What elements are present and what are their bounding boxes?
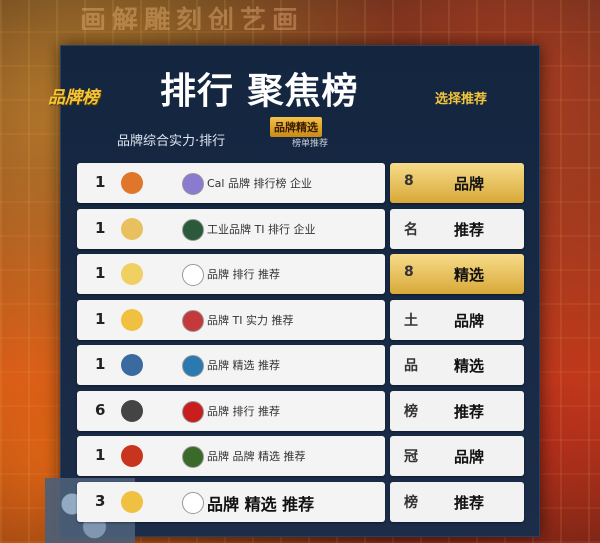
list-item[interactable]: 1 品牌 排行 推荐 xyxy=(77,254,385,294)
side-tag-label: 品牌 xyxy=(454,175,485,193)
company-logo-icon xyxy=(182,264,204,286)
brand-logo-icon xyxy=(121,400,143,422)
company-logo-icon xyxy=(182,173,204,195)
list-item[interactable]: 1 工业品牌 TI 排行 企业 xyxy=(77,209,385,249)
side-tag-icon: 冠 xyxy=(404,449,418,465)
side-tag-label: 精选 xyxy=(454,266,485,284)
list-item[interactable]: 6 品牌 排行 推荐 xyxy=(77,391,385,431)
list-item-text: 品牌 精选 推荐 xyxy=(207,495,315,514)
list-item-text: 品牌 TI 实力 推荐 xyxy=(207,314,294,327)
side-tag-label: 推荐 xyxy=(454,494,485,512)
list-item-text: 工业品牌 TI 排行 企业 xyxy=(207,223,316,236)
rank-number: 1 xyxy=(95,355,106,373)
side-tag-icon: 土 xyxy=(404,313,418,329)
rank-number: 3 xyxy=(95,492,106,510)
company-logo-icon xyxy=(182,492,204,514)
list-item-text: 品牌 品牌 精选 推荐 xyxy=(207,450,306,463)
side-tag[interactable]: 名 推荐 xyxy=(390,209,524,249)
list-item-text: 品牌 排行 推荐 xyxy=(207,268,280,281)
company-logo-icon xyxy=(182,310,204,332)
rank-number: 1 xyxy=(95,219,106,237)
brand-left-logo: 品牌榜 xyxy=(48,88,99,108)
side-tag-icon: 8 xyxy=(404,173,414,189)
side-tag[interactable]: 品 精选 xyxy=(390,345,524,385)
side-tag[interactable]: 8 品牌 xyxy=(390,163,524,203)
side-tag-label: 品牌 xyxy=(454,312,485,330)
brand-logo-icon xyxy=(121,491,143,513)
brand-logo-icon xyxy=(121,263,143,285)
list-item[interactable]: 1 品牌 TI 实力 推荐 xyxy=(77,300,385,340)
brand-logo-icon xyxy=(121,354,143,376)
side-tag-icon: 品 xyxy=(404,358,418,374)
side-tag-label: 推荐 xyxy=(454,403,485,421)
side-tag-icon: 榜 xyxy=(404,404,418,420)
rank-number: 1 xyxy=(95,264,106,282)
company-logo-icon xyxy=(182,219,204,241)
rank-number: 6 xyxy=(95,401,106,419)
list-item[interactable]: 3 品牌 精选 推荐 xyxy=(77,482,385,522)
list-item-text: 品牌 精选 推荐 xyxy=(207,359,280,372)
list-item[interactable]: 1 品牌 精选 推荐 xyxy=(77,345,385,385)
side-tag-label: 品牌 xyxy=(454,448,485,466)
rank-number: 1 xyxy=(95,310,106,328)
list-item[interactable]: 1 品牌 品牌 精选 推荐 xyxy=(77,436,385,476)
company-logo-icon xyxy=(182,355,204,377)
brand-logo-icon xyxy=(121,309,143,331)
side-tag-label: 推荐 xyxy=(454,221,485,239)
side-tag[interactable]: 土 品牌 xyxy=(390,300,524,340)
company-logo-icon xyxy=(182,401,204,423)
page-subtitle: 品牌综合实力·排行 xyxy=(117,134,226,149)
side-tag[interactable]: 榜 推荐 xyxy=(390,482,524,522)
side-tag-icon: 榜 xyxy=(404,495,418,511)
tag-badge: 品牌精选 xyxy=(270,117,322,137)
brand-logo-icon xyxy=(121,172,143,194)
list-item[interactable]: 1 Cal 品牌 排行榜 企业 xyxy=(77,163,385,203)
background-top-text: 画解雕刻创艺画 xyxy=(80,6,305,30)
list-item-text: Cal 品牌 排行榜 企业 xyxy=(207,177,312,190)
side-tag[interactable]: 榜 推荐 xyxy=(390,391,524,431)
company-logo-icon xyxy=(182,446,204,468)
list-item-text: 品牌 排行 推荐 xyxy=(207,405,280,418)
side-tag-label: 精选 xyxy=(454,357,485,375)
rank-number: 1 xyxy=(95,173,106,191)
tag-subtext: 榜单推荐 xyxy=(292,139,329,149)
brand-logo-icon xyxy=(121,445,143,467)
brand-right-logo: 选择推荐 xyxy=(435,92,488,107)
side-tag-icon: 8 xyxy=(404,264,414,280)
side-tag-icon: 名 xyxy=(404,222,418,238)
page-title: 排行 聚焦榜 xyxy=(160,70,359,112)
side-tag[interactable]: 冠 品牌 xyxy=(390,436,524,476)
side-tag[interactable]: 8 精选 xyxy=(390,254,524,294)
rank-number: 1 xyxy=(95,446,106,464)
brand-logo-icon xyxy=(121,218,143,240)
